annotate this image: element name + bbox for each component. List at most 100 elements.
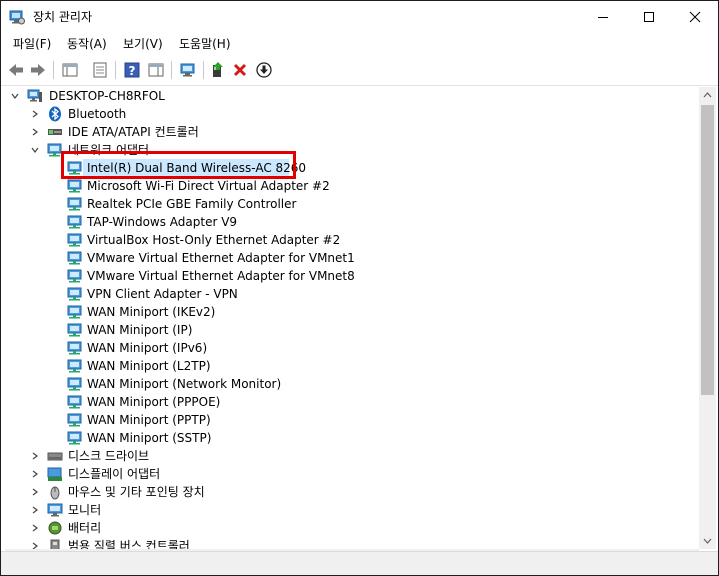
computer-icon (27, 89, 42, 102)
network-adapter-item[interactable]: VMware Virtual Ethernet Adapter for VMne… (5, 249, 695, 267)
network-adapter-icon (67, 305, 82, 319)
red-highlight-box (61, 151, 296, 179)
tree-category-label: 범용 직렬 버스 컨트롤러 (68, 539, 190, 549)
download-button[interactable] (253, 59, 275, 81)
network-adapter-icon (67, 395, 82, 409)
action-pane-button[interactable] (145, 59, 167, 81)
tree-category-label: 마우스 및 기타 포인팅 장치 (68, 485, 205, 499)
tree-root[interactable]: DESKTOP-CH8RFOL (5, 87, 695, 105)
tree-category-label: 디스플레이 어댑터 (68, 467, 161, 481)
network-adapter-item[interactable]: WAN Miniport (PPTP) (5, 411, 695, 429)
console-tree-button[interactable] (59, 59, 81, 81)
network-adapter-item[interactable]: TAP-Windows Adapter V9 (5, 213, 695, 231)
forward-icon (31, 64, 45, 76)
chevron-right-icon[interactable] (29, 105, 41, 123)
tree-category[interactable]: 디스크 드라이브 (5, 447, 695, 465)
close-button[interactable] (672, 1, 718, 33)
network-adapter-item[interactable]: WAN Miniport (IPv6) (5, 339, 695, 357)
network-adapter-item[interactable]: WAN Miniport (IKEv2) (5, 303, 695, 321)
scroll-down-icon[interactable] (703, 536, 712, 545)
network-adapter-label: Microsoft Wi-Fi Direct Virtual Adapter #… (87, 179, 330, 193)
uninstall-button[interactable] (229, 59, 251, 81)
tree-category-label: IDE ATA/ATAPI 컨트롤러 (68, 125, 199, 139)
toolbar-separator (115, 61, 116, 79)
tree-category[interactable]: 모니터 (5, 501, 695, 519)
network-adapter-icon (67, 287, 82, 301)
network-adapter-item[interactable]: WAN Miniport (IP) (5, 321, 695, 339)
back-icon (9, 64, 23, 76)
network-adapter-label: WAN Miniport (IP) (87, 323, 193, 337)
close-icon (689, 11, 701, 23)
properties-sheet-icon (62, 63, 78, 77)
tree-category[interactable]: 디스플레이 어댑터 (5, 465, 695, 483)
help-button[interactable]: ? (121, 59, 143, 81)
ide-controller-icon (48, 129, 62, 135)
network-adapter-icon (67, 215, 82, 229)
chevron-down-icon[interactable] (29, 141, 41, 159)
network-adapter-item[interactable]: WAN Miniport (PPPOE) (5, 393, 695, 411)
network-adapter-item[interactable]: WAN Miniport (Network Monitor) (5, 375, 695, 393)
network-adapter-item[interactable]: VMware Virtual Ethernet Adapter for VMne… (5, 267, 695, 285)
network-adapter-label: Realtek PCIe GBE Family Controller (87, 197, 297, 211)
device-manager-window: 장치 관리자 파일(F) 동작(A) 보기(V) 도움말(H) ? DESKTO… (0, 0, 719, 576)
tree-category-bluetooth[interactable]: Bluetooth (5, 105, 695, 123)
menu-file[interactable]: 파일(F) (13, 36, 51, 52)
chevron-right-icon[interactable] (29, 123, 41, 141)
vertical-scrollbar[interactable] (699, 87, 716, 549)
network-adapter-item[interactable]: Realtek PCIe GBE Family Controller (5, 195, 695, 213)
network-adapter-icon (67, 197, 82, 211)
tree-category-label: Bluetooth (68, 107, 127, 121)
network-adapter-icon (67, 431, 82, 445)
network-adapter-icon (67, 269, 82, 283)
show-hide-button[interactable] (89, 59, 111, 81)
chevron-right-icon[interactable] (29, 537, 41, 549)
minimize-button[interactable] (580, 1, 626, 33)
network-adapter-item[interactable]: VPN Client Adapter - VPN (5, 285, 695, 303)
network-adapter-label: VMware Virtual Ethernet Adapter for VMne… (87, 269, 355, 283)
tree-category[interactable]: 마우스 및 기타 포인팅 장치 (5, 483, 695, 501)
network-adapter-item[interactable]: WAN Miniport (SSTP) (5, 429, 695, 447)
tree-category[interactable]: 배터리 (5, 519, 695, 537)
update-driver-icon (213, 62, 223, 77)
maximize-button[interactable] (626, 1, 672, 33)
scan-hardware-icon (180, 63, 195, 77)
tree-category[interactable]: 범용 직렬 버스 컨트롤러 (5, 537, 695, 549)
chevron-right-icon[interactable] (29, 465, 41, 483)
device-tree[interactable]: DESKTOP-CH8RFOL Bluetooth IDE ATA/ATAPI … (5, 87, 699, 549)
chevron-right-icon[interactable] (29, 519, 41, 537)
network-adapter-icon (67, 251, 82, 265)
scrollbar-thumb[interactable] (701, 105, 714, 395)
network-adapter-item[interactable]: Microsoft Wi-Fi Direct Virtual Adapter #… (5, 177, 695, 195)
device-manager-app-icon (9, 10, 25, 25)
network-adapter-item[interactable]: WAN Miniport (L2TP) (5, 357, 695, 375)
network-adapter-label: TAP-Windows Adapter V9 (87, 215, 238, 229)
forward-button[interactable] (27, 59, 49, 81)
title-bar: 장치 관리자 (1, 1, 718, 33)
network-adapter-label: WAN Miniport (SSTP) (87, 431, 212, 445)
scan-hardware-button[interactable] (177, 59, 199, 81)
menu-view[interactable]: 보기(V) (123, 36, 163, 52)
back-button[interactable] (5, 59, 27, 81)
chevron-right-icon[interactable] (29, 447, 41, 465)
toolbar-separator (53, 61, 54, 79)
display-adapter-icon (47, 467, 62, 481)
usb-controller-icon (50, 539, 60, 549)
tree-category-ide[interactable]: IDE ATA/ATAPI 컨트롤러 (5, 123, 695, 141)
chevron-right-icon[interactable] (29, 501, 41, 519)
status-bar (1, 551, 718, 575)
download-icon (256, 62, 272, 78)
chevron-down-icon[interactable] (9, 87, 21, 105)
menu-action[interactable]: 동작(A) (67, 36, 107, 52)
battery-icon (48, 521, 62, 535)
tree-category-label: 모니터 (68, 503, 102, 517)
chevron-right-icon[interactable] (29, 483, 41, 501)
network-adapter-icon (67, 179, 82, 193)
menu-help[interactable]: 도움말(H) (179, 36, 231, 52)
network-adapter-icon (67, 233, 82, 247)
scroll-up-icon[interactable] (703, 91, 712, 100)
update-driver-button[interactable] (207, 59, 229, 81)
minimize-icon (598, 17, 608, 18)
network-adapter-label: VirtualBox Host-Only Ethernet Adapter #2 (87, 233, 341, 247)
network-adapter-item[interactable]: VirtualBox Host-Only Ethernet Adapter #2 (5, 231, 695, 249)
network-adapter-icon (67, 377, 82, 391)
